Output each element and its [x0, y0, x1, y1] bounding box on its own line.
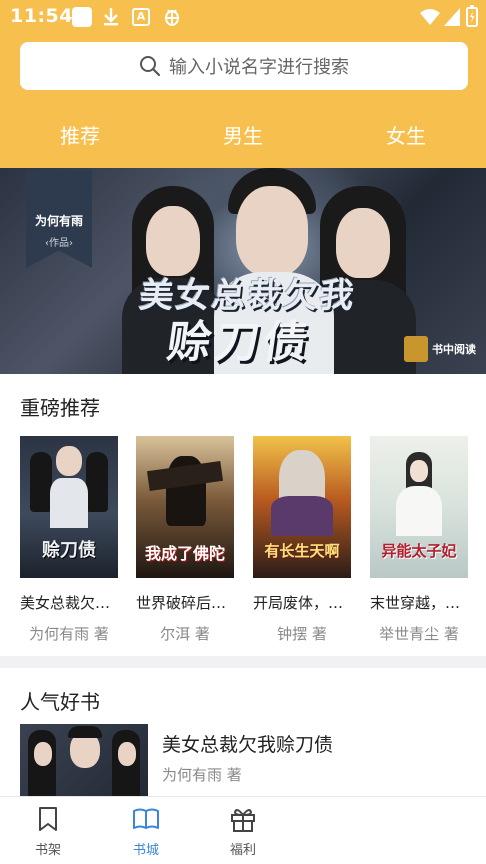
book-card[interactable]: 有长生天啊 开局废体，… 钟摆 著 [253, 436, 351, 644]
search-icon [140, 56, 161, 77]
status-time: 11:54 [10, 5, 73, 27]
book-author: 尔洱 著 [160, 625, 210, 643]
book-author: 举世青尘 著 [379, 625, 459, 643]
open-book-icon [133, 808, 159, 829]
book-logo-icon [404, 336, 428, 362]
banner-author: 为何有雨 [34, 214, 83, 228]
search-placeholder: 输入小说名字进行搜索 [169, 57, 349, 78]
status-bar: 11:54 A [0, 0, 486, 34]
popular-book-author: 为何有雨 著 [162, 766, 242, 784]
section-title-popular: 人气好书 [20, 690, 100, 714]
bottom-navigation: 书架 书城 福利 [0, 796, 486, 864]
gift-icon [231, 809, 255, 832]
book-title: 世界破碎后… [136, 594, 227, 612]
cover-title: 赊刀债 [42, 540, 96, 561]
nav-label: 书城 [132, 843, 159, 858]
download-icon [104, 8, 118, 26]
banner-title-line2: 赊刀债 [163, 317, 315, 368]
tab-male[interactable]: 男生 [183, 120, 303, 149]
banner-figure-face [236, 186, 308, 276]
book-card[interactable]: 我成了佛陀 世界破碎后… 尔洱 著 [136, 436, 234, 644]
bookmark-icon [39, 807, 57, 831]
category-tabs: 推荐 男生 女生 [0, 120, 486, 160]
bug-icon [165, 9, 179, 26]
banner-logo: 书中阅读 [404, 336, 476, 362]
book-cover: 异能太子妃 [370, 436, 468, 578]
cover-title: 有长生天啊 [264, 542, 340, 560]
book-title: 美女总裁欠… [20, 594, 111, 612]
app-header: 11:54 A 输入小说名字进行搜索 推荐 男生 女生 [0, 0, 486, 168]
banner-logo-text: 书中阅读 [432, 343, 476, 356]
cover-title: 我成了佛陀 [144, 544, 225, 563]
book-card[interactable]: 赊刀债 美女总裁欠… 为何有雨 著 [20, 436, 118, 644]
banner-figure-face [146, 206, 200, 276]
book-author: 钟摆 著 [277, 625, 327, 643]
banner-works-label: ‹作品› [45, 238, 73, 249]
book-title: 开局废体，… [253, 594, 344, 612]
a-badge-icon: A [132, 8, 150, 26]
book-cover: 我成了佛陀 [136, 436, 234, 578]
signal-icon [444, 8, 460, 26]
nav-bookshelf[interactable]: 书架 [18, 805, 78, 858]
book-cover: 有长生天啊 [253, 436, 351, 578]
battery-icon [466, 5, 478, 27]
cover-title: 异能太子妃 [381, 542, 457, 560]
popular-book-title[interactable]: 美女总裁欠我赊刀债 [162, 730, 333, 757]
wifi-icon [420, 9, 440, 25]
book-cover: 赊刀债 [20, 436, 118, 578]
nav-welfare[interactable]: 福利 [213, 805, 273, 858]
section-divider [0, 656, 486, 668]
notification-square-icon [72, 7, 92, 27]
nav-label: 书架 [34, 843, 61, 858]
tab-female[interactable]: 女生 [346, 120, 466, 149]
nav-bookstore[interactable]: 书城 [116, 805, 176, 858]
tab-recommend[interactable]: 推荐 [20, 120, 140, 149]
book-card[interactable]: 异能太子妃 末世穿越，… 举世青尘 著 [370, 436, 468, 644]
book-author: 为何有雨 著 [29, 625, 109, 643]
search-bar[interactable]: 输入小说名字进行搜索 [20, 42, 468, 90]
nav-label: 福利 [229, 843, 256, 858]
book-title: 末世穿越，… [370, 594, 461, 612]
popular-book-cover[interactable] [20, 724, 148, 796]
section-title-recommend: 重磅推荐 [20, 396, 100, 420]
